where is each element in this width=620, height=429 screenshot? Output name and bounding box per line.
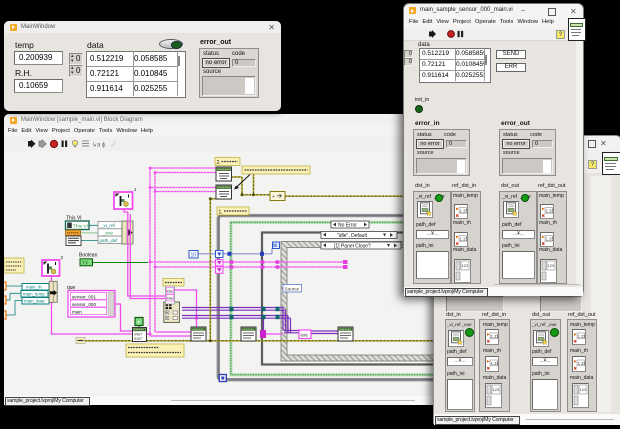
svg-text:"idle", Default: "idle", Default (337, 233, 368, 239)
svg-text:main: main (72, 309, 82, 314)
svg-text:main_rh: main_rh (26, 285, 42, 290)
svg-text:main_data: main_data (24, 299, 45, 304)
svg-text:This VI: This VI (73, 224, 88, 230)
svg-text:exit: exit (301, 333, 309, 338)
svg-text:[1] Panel Close?: [1] Panel Close? (334, 244, 371, 250)
svg-text:2: 2 (61, 255, 64, 260)
svg-text:↳a: ↳a (92, 142, 101, 149)
svg-text:idle: idle (167, 296, 174, 301)
svg-text:idle: idle (167, 289, 174, 294)
svg-text:1.23: 1.23 (491, 334, 498, 339)
svg-text:1: 1 (134, 187, 137, 192)
svg-text:EXIT: EXIT (135, 337, 143, 341)
svg-text:sensor_000: sensor_000 (72, 302, 96, 307)
svg-text:1.23: 1.23 (491, 361, 498, 366)
svg-text:☄: ☄ (111, 141, 116, 149)
svg-text:Boolean: Boolean (79, 253, 98, 259)
svg-text:Source: Source (285, 287, 300, 292)
svg-text:1.: 1. (219, 210, 223, 216)
svg-text:+: + (272, 194, 275, 200)
svg-text:_exe: _exe (102, 230, 113, 235)
svg-text:10: 10 (191, 253, 197, 259)
svg-text:123: 123 (493, 387, 500, 392)
svg-text:123: 123 (462, 263, 469, 268)
svg-text:1.23: 1.23 (578, 334, 585, 339)
svg-text:123: 123 (548, 263, 555, 268)
svg-text:main_temp: main_temp (23, 292, 45, 297)
svg-text:path_def: path_def (100, 238, 119, 243)
svg-text:_vi_ref: _vi_ref (100, 223, 116, 228)
svg-text:123: 123 (580, 387, 587, 392)
svg-text:T F: T F (82, 260, 89, 265)
svg-text:1.23: 1.23 (460, 236, 467, 241)
svg-text:INST: INST (135, 333, 143, 337)
svg-text:1.23: 1.23 (578, 361, 585, 366)
svg-text:1.23: 1.23 (546, 208, 553, 213)
svg-text:sensor_001: sensor_001 (72, 294, 96, 299)
svg-text:1.23: 1.23 (546, 236, 553, 241)
svg-text:1.23: 1.23 (460, 208, 467, 213)
svg-text:ϕ: ϕ (102, 143, 106, 149)
svg-text:No Error: No Error (338, 223, 357, 229)
svg-text:T: T (137, 320, 140, 326)
svg-text:2.: 2. (217, 160, 221, 166)
